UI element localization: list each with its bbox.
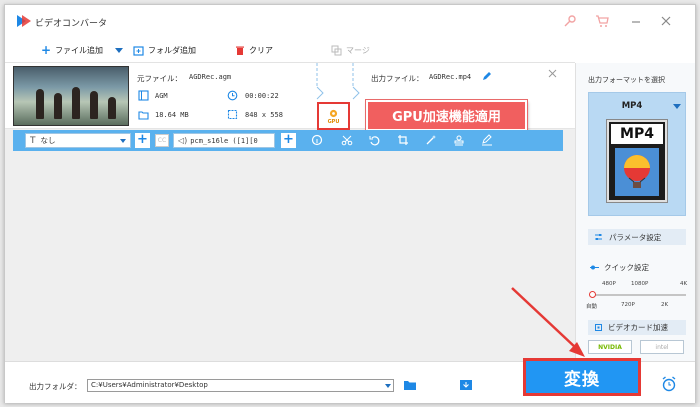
parameter-settings-button[interactable]: パラメータ設定: [588, 229, 686, 245]
edit-pencil-icon[interactable]: [481, 71, 492, 82]
intel-button[interactable]: intel: [640, 340, 684, 354]
video-thumbnail: [13, 66, 129, 126]
clock-icon: [227, 90, 238, 101]
output-folder-label: 出力フォルダ：: [29, 382, 82, 391]
subtitle-edit-icon[interactable]: [481, 134, 493, 146]
audio-track-select[interactable]: ◁) pcm_s16le ([1][0: [173, 133, 275, 148]
file-size: 18.64 MB: [155, 111, 189, 119]
resolution: 848 x 558: [245, 111, 283, 119]
quick-setting-header: クイック設定: [590, 262, 649, 273]
balloon-image-icon: [615, 148, 659, 196]
output-file-name: AGDRec.mp4: [429, 73, 472, 81]
clear-label: クリア: [249, 45, 273, 55]
add-audio-button[interactable]: +: [281, 133, 296, 148]
subtitle-value: なし: [40, 136, 56, 145]
quality-4k[interactable]: 4K: [680, 281, 687, 287]
plus-icon: +: [41, 43, 52, 57]
speaker-icon: ◁): [178, 136, 188, 145]
minimize-icon[interactable]: [629, 14, 643, 28]
cut-icon[interactable]: [341, 134, 353, 146]
chevron-down-icon: [120, 139, 126, 143]
add-folder-label: フォルダ追加: [148, 45, 196, 55]
clear-button[interactable]: クリア: [235, 43, 273, 57]
watermark-stamp-icon[interactable]: [453, 134, 465, 146]
window-title: ビデオコンバータ: [35, 19, 108, 29]
merge-label: マージ: [346, 45, 370, 55]
film-icon: [138, 90, 149, 101]
chip-icon: [595, 324, 602, 331]
source-file-name: AGDRec.agm: [189, 73, 232, 81]
app-logo-icon: [17, 15, 31, 27]
chevron-down-icon[interactable]: [115, 47, 124, 53]
output-folder-path-field[interactable]: C:¥Users¥Administrator¥Desktop: [87, 379, 394, 392]
gpu-acceleration-label: ビデオカード加速: [608, 323, 668, 332]
main-toolbar: + ファイル追加 フォルダ追加 クリア マージ: [5, 37, 575, 63]
gpu-acceleration-setting[interactable]: ビデオカード加速: [588, 320, 686, 335]
parameter-settings-label: パラメータ設定: [609, 232, 662, 242]
edit-toolbar: T なし + CC ◁) pcm_s16le ([1][0 +: [13, 130, 563, 151]
source-file-label: 元ファイル：: [137, 74, 182, 83]
chevron-down-icon: [673, 104, 681, 109]
trash-icon: [236, 46, 244, 55]
remove-file-icon[interactable]: [548, 69, 557, 78]
quick-setting-icon: [590, 265, 599, 270]
mp4-format-icon: MP4: [607, 120, 667, 202]
info-icon[interactable]: [311, 134, 323, 146]
add-subtitle-button[interactable]: +: [135, 133, 150, 148]
cc-button[interactable]: CC: [155, 134, 169, 147]
close-icon[interactable]: [659, 14, 673, 28]
key-icon[interactable]: [563, 14, 577, 28]
add-folder-button[interactable]: フォルダ追加: [133, 43, 196, 57]
nvidia-button[interactable]: NVIDIA: [588, 340, 632, 354]
format-panel: 出力フォーマットを選択 MP4 MP4 パラメータ設定 クイック設定 480P …: [575, 63, 695, 361]
format-name: MP4: [621, 101, 643, 111]
cart-icon[interactable]: [595, 14, 609, 28]
output-file-label: 出力ファイル：: [371, 74, 424, 83]
rotate-icon[interactable]: [369, 134, 381, 146]
effect-wand-icon[interactable]: [425, 134, 437, 146]
intel-label: intel: [655, 343, 669, 351]
output-format-selector[interactable]: MP4 MP4: [588, 92, 686, 216]
folder-plus-icon: [133, 45, 144, 56]
source-format: AGM: [155, 92, 168, 100]
add-file-label: ファイル追加: [55, 45, 104, 55]
quality-480p[interactable]: 480P: [602, 281, 616, 287]
title-bar: ビデオコンバータ: [5, 5, 695, 37]
quality-720p[interactable]: 720P: [621, 302, 635, 308]
sliders-icon: [595, 233, 602, 240]
output-folder-icon[interactable]: [459, 378, 473, 391]
subtitle-select[interactable]: T なし: [25, 133, 131, 148]
convert-button[interactable]: 変換: [523, 358, 641, 396]
nvidia-label: NVIDIA: [598, 343, 622, 351]
quick-setting-label: クイック設定: [604, 263, 649, 272]
quality-2k[interactable]: 2K: [661, 302, 668, 308]
chevron-down-icon[interactable]: [385, 384, 391, 388]
text-icon: T: [30, 135, 36, 146]
gpu-badge-label: GPU: [327, 118, 340, 125]
folder-icon: [138, 111, 149, 120]
resolution-icon: [227, 109, 238, 120]
quality-auto[interactable]: 自動: [586, 302, 597, 310]
merge-icon: [331, 45, 342, 55]
crop-icon[interactable]: [397, 134, 409, 146]
alarm-clock-icon[interactable]: [661, 376, 677, 392]
merge-button[interactable]: マージ: [331, 43, 370, 57]
open-folder-icon[interactable]: [403, 379, 417, 391]
add-file-button[interactable]: + ファイル追加: [41, 43, 124, 57]
gpu-acceleration-callout: GPU加速機能適用: [365, 99, 528, 132]
format-icon-label: MP4: [611, 124, 663, 144]
quality-slider-knob[interactable]: [589, 291, 596, 298]
duration: 00:00:22: [245, 92, 279, 100]
gpu-badge[interactable]: GPU: [317, 102, 350, 130]
audio-track-value: pcm_s16le ([1][0: [190, 136, 258, 145]
format-panel-title: 出力フォーマットを選択: [588, 76, 665, 84]
gpu-chip-icon: [329, 109, 338, 117]
app-window: ビデオコンバータ + ファイル追加 フォルダ追加 クリア マージ 元ファイル： …: [4, 4, 696, 403]
quality-1080p[interactable]: 1080P: [631, 281, 648, 287]
quality-slider-track[interactable]: [590, 294, 686, 296]
